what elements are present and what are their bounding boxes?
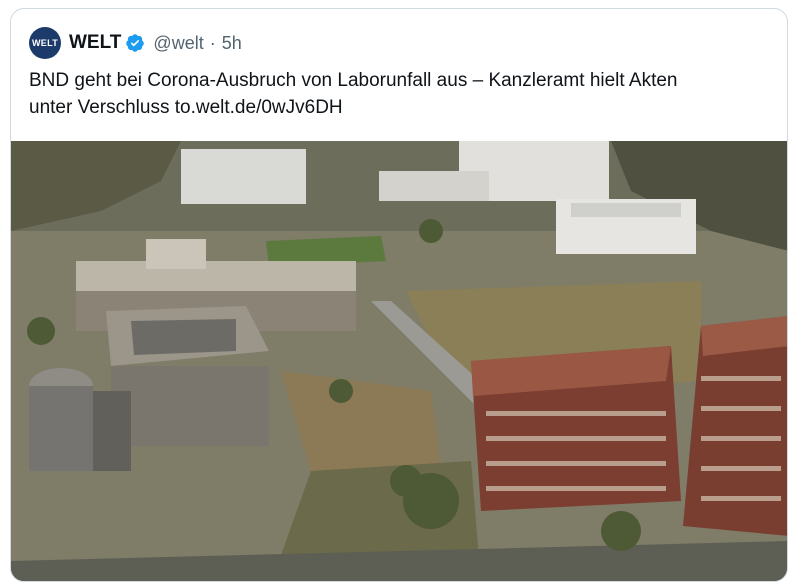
tweet-header: WELT WELT @welt · 5h: [29, 25, 242, 61]
aerial-photo: [11, 141, 787, 581]
tweet-text-line-1: BND geht bei Corona-Ausbruch von Laborun…: [29, 70, 678, 91]
tweet-image[interactable]: [11, 141, 787, 581]
user-handle[interactable]: @welt: [153, 33, 203, 54]
tweet-text-line-2: unter Verschluss to.welt.de/0wJv6DH: [29, 97, 343, 118]
separator-dot: ·: [209, 32, 216, 53]
tweet-card[interactable]: WELT WELT @welt · 5h BND geht bei Corona…: [10, 8, 788, 582]
timestamp[interactable]: 5h: [222, 33, 242, 54]
avatar[interactable]: WELT: [29, 27, 61, 59]
tweet-text: BND geht bei Corona-Ausbruch von Laborun…: [29, 67, 779, 121]
display-name[interactable]: WELT: [69, 32, 121, 54]
verified-badge-icon: [126, 34, 145, 52]
